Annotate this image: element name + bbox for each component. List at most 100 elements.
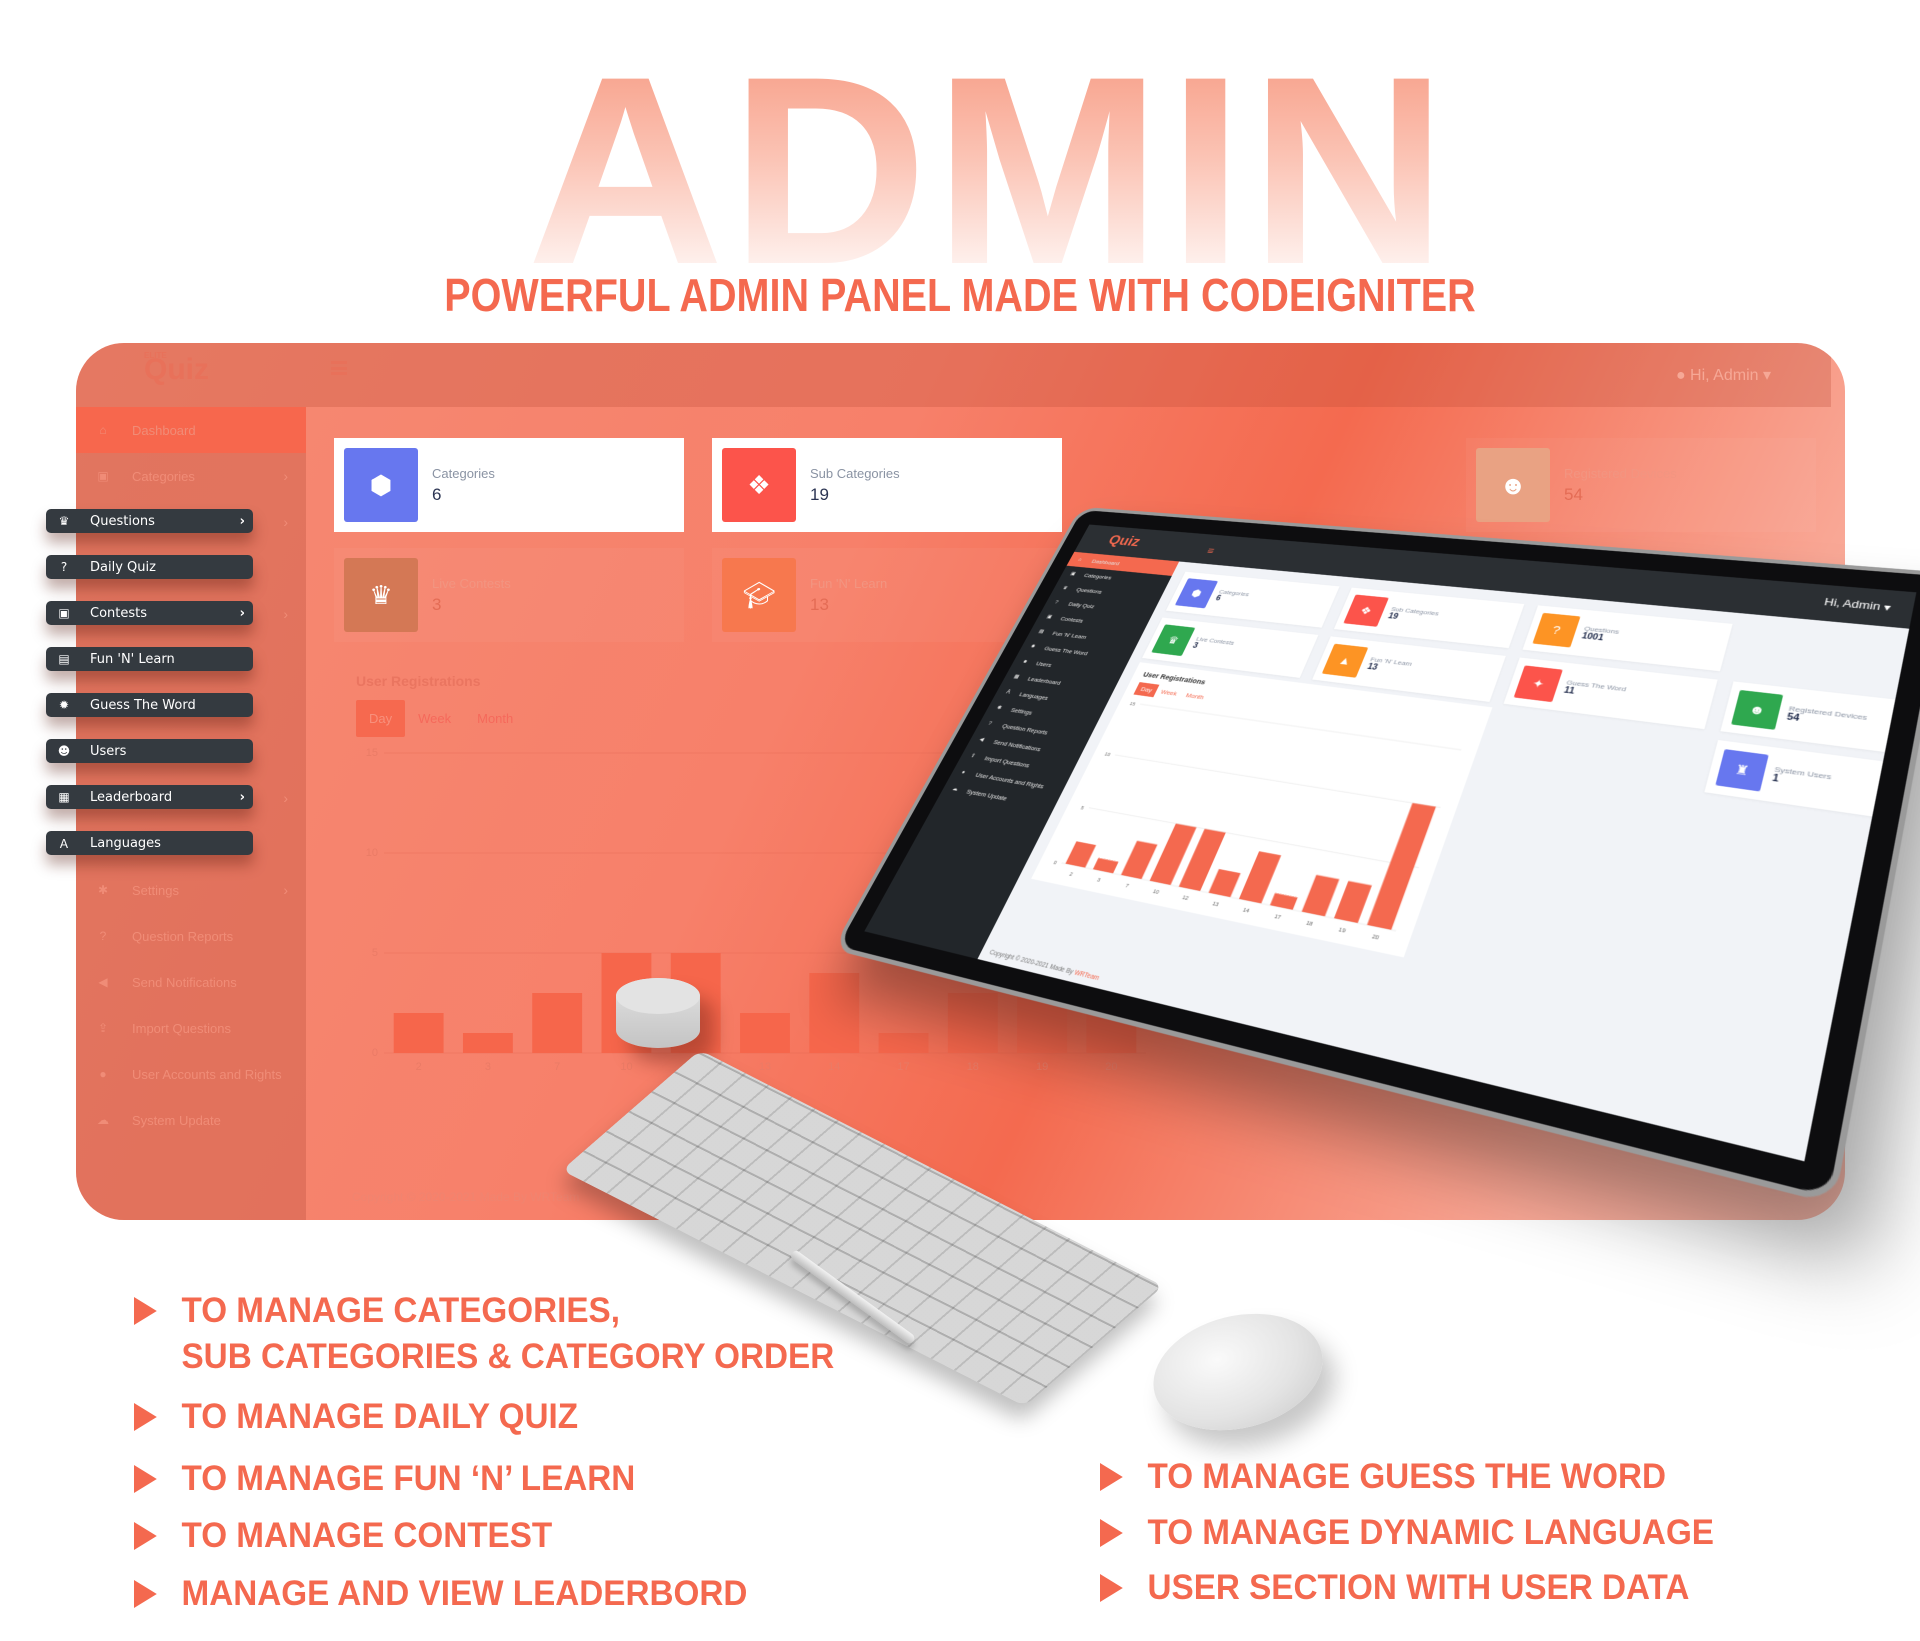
trophy-icon: ♛ — [58, 514, 70, 528]
screen-sidebar-label: Import Questions — [983, 754, 1032, 769]
screen-sidebar-label: Categories — [1083, 571, 1113, 581]
floating-menu-item-guess-the-word[interactable]: ✹ Guess The Word — [46, 693, 253, 717]
sidebar-item-settings[interactable]: ✱ Settings › — [76, 867, 306, 913]
floating-menu-item-users[interactable]: ☻ Users — [46, 739, 253, 763]
bar-2[interactable] — [1065, 841, 1097, 868]
feature-item: USER SECTION WITH USER DATA — [1100, 1565, 1689, 1611]
user-icon: ● — [960, 769, 967, 775]
gridline — [1140, 704, 1461, 750]
bar-3[interactable] — [462, 1033, 513, 1053]
x-tick-label: 10 — [620, 1061, 632, 1073]
bar-7[interactable] — [1120, 840, 1158, 880]
bar-19[interactable] — [1334, 880, 1372, 924]
tab-month[interactable]: Month — [464, 700, 526, 737]
screen-stat-card[interactable]: ⬢ Categories 6 — [1165, 571, 1340, 628]
bar-17[interactable] — [1269, 892, 1298, 910]
screen-sidebar-label: Leaderboard — [1026, 675, 1063, 686]
play-triangle-icon — [1100, 1574, 1123, 1602]
floating-menu-item-fun-n-learn[interactable]: ▤ Fun 'N' Learn — [46, 647, 253, 671]
hamburger-icon[interactable] — [331, 361, 347, 375]
caret-down-icon: ▾ — [1758, 367, 1771, 384]
floating-menu-item-daily-quiz[interactable]: ? Daily Quiz — [46, 555, 253, 579]
monitor-mockup: Quiz ≡ Hi, Admin ▾ ⌂ Dashboard ▣ Categories… — [690, 400, 1920, 1310]
sidebar-item-dashboard[interactable]: ⌂ Dashboard — [76, 407, 306, 453]
sidebar-item-user-accounts-and-rights[interactable]: ● User Accounts and Rights — [76, 1051, 306, 1097]
x-tick-label: 7 — [1124, 883, 1130, 890]
sidebar-item-label: Categories — [132, 468, 195, 484]
bar-7[interactable] — [532, 993, 583, 1053]
cog-icon: ✹ — [1029, 644, 1037, 650]
screen-stat-card[interactable]: ✦ Guess The Word 11 — [1503, 657, 1718, 730]
x-tick-label: 14 — [1242, 907, 1251, 915]
sidebar-item-question-reports[interactable]: ? Question Reports — [76, 913, 306, 959]
book-icon: ▤ — [58, 652, 70, 666]
sidebar-item-send-notifications[interactable]: ◀ Send Notifications — [76, 959, 306, 1005]
stat-card-live-contests[interactable]: ♛ Live Contests 3 — [334, 548, 684, 642]
bar-18[interactable] — [1301, 874, 1340, 917]
stat-card-categories[interactable]: ⬢ Categories 6 — [334, 438, 684, 532]
bar-13[interactable] — [1208, 869, 1241, 898]
graduation-cap-icon: ▲ — [1321, 643, 1369, 678]
language-icon: Ａ — [57, 836, 70, 851]
trophy-icon: ♛ — [1061, 585, 1069, 591]
gridline — [1115, 755, 1441, 808]
hamburger-icon[interactable]: ≡ — [1205, 545, 1216, 556]
language-icon: Ａ — [1004, 689, 1012, 696]
hero-title: ADMIN PANEL — [92, 36, 1887, 564]
chevron-right-icon: › — [283, 514, 288, 530]
bar-3[interactable] — [1092, 857, 1119, 874]
tab-day[interactable]: Day — [356, 700, 406, 737]
floating-menu-item-questions[interactable]: ♛ Questions › — [46, 509, 253, 533]
floating-menu-item-contests[interactable]: ▣ Contests › — [46, 601, 253, 625]
users-icon: ☻ — [1021, 658, 1030, 665]
feature-item: TO MANAGE DAILY QUIZ — [134, 1394, 578, 1440]
screen-stat-card[interactable]: ♜ System Users 1 — [1704, 739, 1917, 827]
stat-value: 3 — [432, 594, 442, 614]
screen-sidebar-label: Question Reports — [1000, 722, 1050, 736]
gift-icon: ▣ — [58, 606, 70, 620]
gear-icon: ✱ — [995, 705, 1003, 711]
cloud-download-icon: ☁ — [951, 786, 960, 793]
screen-tab-month[interactable]: Month — [1179, 688, 1212, 704]
bar-2[interactable] — [393, 1013, 444, 1053]
book-icon: ▤ — [1037, 629, 1045, 635]
sidebar-item-label: User Accounts and Rights — [132, 1066, 282, 1082]
registrations-bar-chart: 0 5 10 15 2 3 7 10 12 13 14 17 18 19 20 — [1052, 701, 1473, 942]
footer-copyright: Copyright © 2020-2021 Made By WRTeam — [352, 1190, 580, 1204]
app-logo[interactable]: ELITE Quiz — [144, 351, 209, 387]
feature-item: TO MANAGE CATEGORIES, SUB CATEGORIES & C… — [134, 1288, 834, 1380]
play-triangle-icon — [134, 1465, 157, 1493]
question-icon: ? — [60, 560, 68, 574]
sidebar-item-import-questions[interactable]: ⇪ Import Questions — [76, 1005, 306, 1051]
bar-20[interactable] — [1367, 802, 1436, 930]
floating-menu-item-leaderboard[interactable]: ▦ Leaderboard › — [46, 785, 253, 809]
chevron-right-icon: › — [239, 605, 245, 621]
floating-menu-label: Fun 'N' Learn — [90, 651, 175, 667]
sidebar-item-categories[interactable]: ▣ Categories › — [76, 453, 306, 499]
upload-icon: ⇪ — [97, 1021, 109, 1035]
chevron-right-icon: › — [283, 790, 288, 806]
tab-week[interactable]: Week — [405, 700, 464, 737]
sidebar-item-label: Settings — [132, 882, 179, 898]
screen-sidebar-label: Dashboard — [1090, 557, 1121, 567]
feature-item: TO MANAGE DYNAMIC LANGUAGE — [1100, 1510, 1714, 1556]
sidebar-item-system-update[interactable]: ☁ System Update — [76, 1097, 306, 1143]
screen-sidebar-label: Questions — [1075, 586, 1104, 595]
screen-user-menu[interactable]: Hi, Admin ▾ — [1823, 596, 1892, 613]
home-icon: ⌂ — [99, 423, 107, 437]
screen-sidebar-label: Fun 'N' Learn — [1051, 629, 1089, 641]
feature-item: TO MANAGE FUN ‘N’ LEARN — [134, 1456, 635, 1502]
screen-sidebar-label: Users — [1034, 659, 1054, 669]
user-menu[interactable]: ● Hi, Admin ▾ — [1676, 365, 1771, 385]
screen-logo[interactable]: Quiz — [1105, 533, 1143, 550]
floating-menu-label: Daily Quiz — [90, 559, 156, 575]
feature-item: TO MANAGE GUESS THE WORD — [1100, 1454, 1666, 1500]
floating-menu-item-languages[interactable]: Ａ Languages — [46, 831, 253, 855]
trophy-icon: ♛ — [344, 558, 418, 632]
home-icon: ⌂ — [1077, 557, 1083, 562]
question-icon: ? — [1053, 599, 1060, 605]
play-triangle-icon — [134, 1522, 157, 1550]
y-tick-label: 5 — [1079, 805, 1085, 811]
user-circle-icon: ● — [1675, 367, 1691, 384]
monitor-frame: Quiz ≡ Hi, Admin ▾ ⌂ Dashboard ▣ Categories… — [832, 506, 1920, 1205]
